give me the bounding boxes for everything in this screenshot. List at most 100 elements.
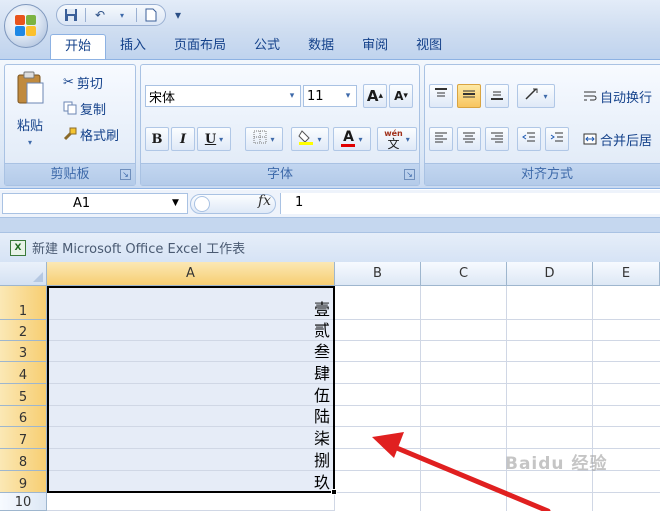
format-painter-label: 格式刷 xyxy=(80,128,120,144)
column-header-c[interactable]: C xyxy=(421,262,507,286)
borders-icon xyxy=(253,130,267,148)
wrap-text-button[interactable]: 自动换行 xyxy=(583,85,652,107)
tab-home[interactable]: 开始 xyxy=(50,34,107,60)
copy-button[interactable]: 复制 xyxy=(63,97,106,119)
tab-formulas[interactable]: 公式 xyxy=(240,34,294,60)
align-bottom-button[interactable] xyxy=(485,84,509,108)
phonetic-guide-button[interactable]: wén 文 ▾ xyxy=(377,127,417,151)
wrap-text-label: 自动换行 xyxy=(600,90,653,106)
align-top-button[interactable] xyxy=(429,84,453,108)
cell-a2[interactable]: 贰 xyxy=(47,320,335,341)
column-header-a[interactable]: A xyxy=(47,262,335,286)
ribbon-tabs: 开始 插入 页面布局 公式 数据 审阅 视图 xyxy=(50,34,456,60)
workbook-title: 新建 Microsoft Office Excel 工作表 xyxy=(32,242,246,257)
font-name-dropdown-icon[interactable]: ▾ xyxy=(286,86,298,106)
font-launcher-icon[interactable]: ↘ xyxy=(404,169,415,180)
grow-font-icon: A xyxy=(366,87,379,105)
qat-pill: ↶ ▾ xyxy=(56,4,166,26)
clipboard-launcher-icon[interactable]: ↘ xyxy=(120,169,131,180)
new-document-icon[interactable] xyxy=(143,7,159,23)
borders-button[interactable]: ▾ xyxy=(245,127,283,151)
paste-button[interactable]: 粘贴 ▾ xyxy=(11,71,49,157)
cut-label: 剪切 xyxy=(76,76,103,92)
formula-bar-handle-icon[interactable] xyxy=(194,196,210,212)
fill-color-button[interactable]: ▾ xyxy=(291,127,329,151)
format-painter-button[interactable]: 格式刷 xyxy=(63,123,119,145)
tab-view[interactable]: 视图 xyxy=(402,34,456,60)
phonetic-guide-icon: wén 文 xyxy=(384,128,403,151)
column-header-b[interactable]: B xyxy=(335,262,421,286)
shrink-font-icon: A xyxy=(394,89,404,103)
tab-data[interactable]: 数据 xyxy=(294,34,348,60)
save-icon[interactable] xyxy=(63,7,79,23)
decrease-indent-icon xyxy=(522,130,536,148)
cell-a1[interactable]: 壹 xyxy=(47,286,335,320)
column-header-d[interactable]: D xyxy=(507,262,593,286)
font-size-dropdown-icon[interactable]: ▾ xyxy=(342,86,354,106)
cell-a7[interactable]: 柒 xyxy=(47,427,335,449)
row-header-7[interactable]: 7 xyxy=(0,427,47,449)
row-header-6[interactable]: 6 xyxy=(0,406,47,427)
merge-center-button[interactable]: 合并后居 xyxy=(583,128,652,150)
cell-a4[interactable]: 肆 xyxy=(47,362,335,384)
orientation-button[interactable]: ▾ xyxy=(517,84,555,108)
row-header-4[interactable]: 4 xyxy=(0,362,47,384)
name-box[interactable]: A1 xyxy=(2,193,188,214)
decrease-indent-button[interactable] xyxy=(517,127,541,151)
paste-icon xyxy=(15,71,45,107)
row-header-9[interactable]: 9 xyxy=(0,471,47,493)
workbook-title-bar: X 新建 Microsoft Office Excel 工作表 xyxy=(0,232,660,262)
row-header-5[interactable]: 5 xyxy=(0,384,47,406)
tab-insert[interactable]: 插入 xyxy=(106,34,160,60)
shrink-font-button[interactable]: A ▾ xyxy=(389,84,413,108)
cut-button[interactable]: ✂ 剪切 xyxy=(63,71,103,93)
underline-button[interactable]: U ▾ xyxy=(197,127,231,151)
increase-indent-button[interactable] xyxy=(545,127,569,151)
font-size-select[interactable]: 11 ▾ xyxy=(303,85,357,107)
formula-input[interactable]: 1 xyxy=(280,193,660,214)
tab-page-layout[interactable]: 页面布局 xyxy=(160,34,240,60)
fill-handle[interactable] xyxy=(331,489,337,495)
cell-a9[interactable]: 玖 xyxy=(47,471,335,493)
cell-a5[interactable]: 伍 xyxy=(47,384,335,406)
align-middle-button[interactable] xyxy=(457,84,481,108)
quick-access-toolbar: ↶ ▾ ▾ xyxy=(56,4,186,26)
align-left-button[interactable] xyxy=(429,127,453,151)
align-right-button[interactable] xyxy=(485,127,509,151)
align-center-button[interactable] xyxy=(457,127,481,151)
row-header-10[interactable]: 10 xyxy=(0,493,47,511)
office-logo-icon xyxy=(15,15,37,37)
column-header-e[interactable]: E xyxy=(593,262,660,286)
row-header-8[interactable]: 8 xyxy=(0,449,47,471)
cell-a6[interactable]: 陆 xyxy=(47,406,335,427)
grow-font-button[interactable]: A ▴ xyxy=(363,84,387,108)
align-middle-icon xyxy=(462,87,476,105)
row-header-2[interactable]: 2 xyxy=(0,320,47,341)
format-painter-icon xyxy=(63,127,77,141)
bold-button[interactable]: B xyxy=(145,127,169,151)
cell-a8[interactable]: 捌 xyxy=(47,449,335,471)
name-box-dropdown-icon[interactable]: ▼ xyxy=(172,193,179,214)
font-color-icon: A xyxy=(341,129,356,147)
row-header-1[interactable]: 1 xyxy=(0,286,47,320)
align-bottom-icon xyxy=(490,87,504,105)
merge-center-icon xyxy=(583,132,597,146)
font-color-button[interactable]: A ▾ xyxy=(333,127,371,151)
undo-dropdown-icon[interactable]: ▾ xyxy=(114,7,130,23)
cell-a3[interactable]: 叁 xyxy=(47,341,335,362)
cell-a10[interactable] xyxy=(47,493,335,511)
paste-dropdown-icon[interactable]: ▾ xyxy=(11,138,49,147)
formula-bar: A1 ▼ fx 1 xyxy=(0,190,660,218)
italic-button[interactable]: I xyxy=(171,127,195,151)
customize-qat-icon[interactable]: ▾ xyxy=(170,7,186,23)
select-all-corner[interactable] xyxy=(0,262,47,286)
insert-function-icon[interactable]: fx xyxy=(258,193,271,209)
row-header-3[interactable]: 3 xyxy=(0,341,47,362)
font-name-select[interactable]: 宋体 ▾ xyxy=(145,85,301,107)
align-center-icon xyxy=(462,130,476,148)
undo-icon[interactable]: ↶ xyxy=(92,7,108,23)
tab-review[interactable]: 审阅 xyxy=(348,34,402,60)
office-button[interactable] xyxy=(4,4,48,48)
font-group: 宋体 ▾ 11 ▾ A ▴ A ▾ B I U ▾ ▾ ▾ A ▾ wén 文 … xyxy=(140,64,420,186)
wrap-text-icon xyxy=(583,89,597,103)
